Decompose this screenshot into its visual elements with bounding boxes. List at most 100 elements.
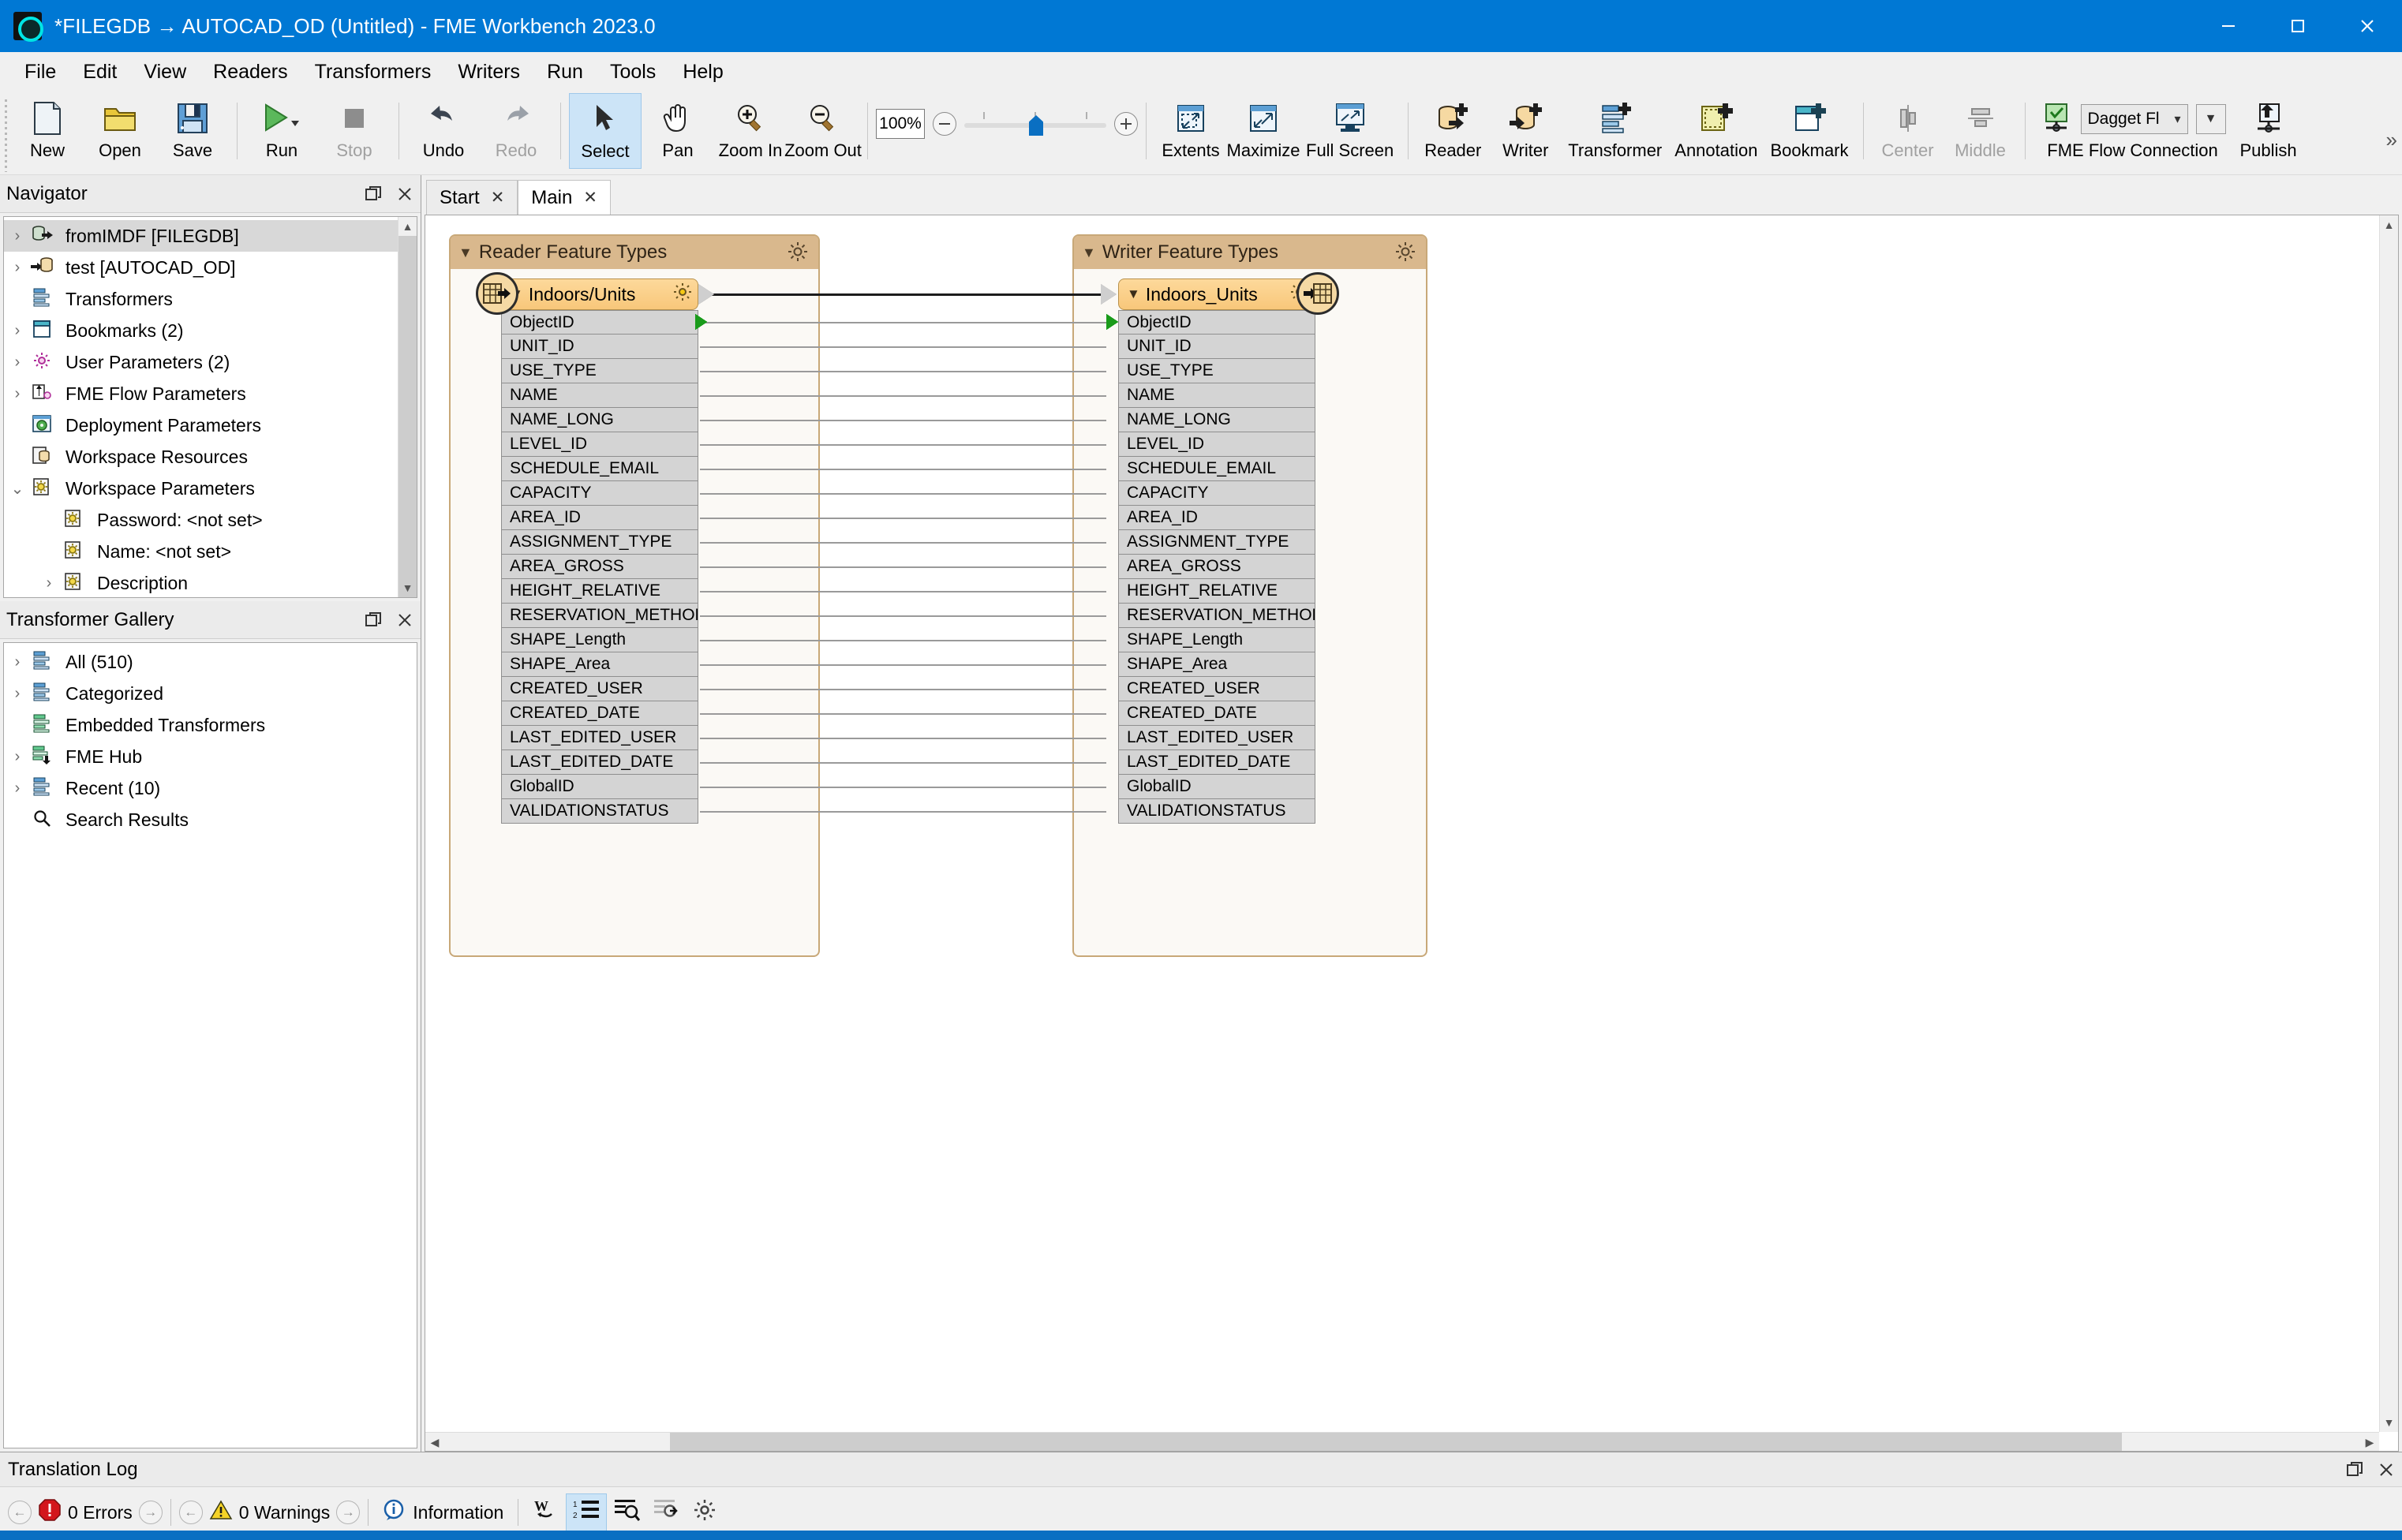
- triangle-down-icon[interactable]: ▼: [458, 245, 473, 261]
- attribute-connection-line[interactable]: [700, 713, 1106, 715]
- toolbar-overflow-icon[interactable]: »: [2386, 128, 2397, 152]
- errors-filter-button[interactable]: 0 Errors: [32, 1493, 139, 1531]
- transformer-gallery-tree[interactable]: › All (510) › Categorized Embedded Transform…: [3, 642, 417, 1448]
- attribute-row[interactable]: NAME: [501, 314, 707, 408]
- navigator-tree[interactable]: › fromIMDF [FILEGDB] › test [AUTOCAD_OD] Tra…: [3, 216, 417, 598]
- new-button[interactable]: New: [11, 93, 84, 169]
- navigator-item-user-parameters-2[interactable]: › User Parameters (2): [4, 346, 417, 378]
- tab-main[interactable]: Main ✕: [518, 180, 611, 215]
- scroll-right-icon[interactable]: ▶: [2360, 1433, 2379, 1451]
- arrow-right-circle-icon[interactable]: →: [336, 1501, 361, 1524]
- redo-button[interactable]: Redo: [480, 93, 552, 169]
- navigator-item-fme-flow-parameters[interactable]: › FME Flow Parameters: [4, 378, 417, 409]
- attribute-row[interactable]: RESERVATION_METHOD: [1106, 314, 1315, 628]
- attribute-row[interactable]: UNIT_ID: [501, 314, 707, 359]
- gallery-item-search-results[interactable]: Search Results: [4, 804, 417, 835]
- attribute-row[interactable]: ObjectID: [501, 310, 707, 335]
- gallery-item-fme-hub[interactable]: › FME Hub: [4, 741, 417, 772]
- select-tool-button[interactable]: Select: [569, 93, 642, 169]
- gear-yellow-icon[interactable]: [672, 282, 693, 307]
- attribute-row[interactable]: LAST_EDITED_USER: [501, 314, 707, 750]
- dropdown-arrow-icon[interactable]: ▼: [2195, 104, 2226, 134]
- twisty-icon[interactable]: ›: [4, 385, 31, 403]
- attribute-row[interactable]: NAME: [1106, 314, 1315, 408]
- navigator-item-workspace-resources[interactable]: Workspace Resources: [4, 441, 417, 473]
- attribute-row[interactable]: LEVEL_ID: [501, 314, 707, 457]
- attribute-row[interactable]: HEIGHT_RELATIVE: [1106, 314, 1315, 604]
- undock-icon[interactable]: [357, 604, 389, 636]
- scroll-thumb[interactable]: [398, 236, 417, 597]
- attribute-connection-line[interactable]: [700, 371, 1106, 372]
- toolbar-grip[interactable]: [0, 96, 11, 172]
- attribute-row[interactable]: CAPACITY: [501, 314, 707, 506]
- attribute-connection-line[interactable]: [700, 591, 1106, 592]
- attribute-row[interactable]: RESERVATION_METHOD: [501, 314, 707, 628]
- attribute-row[interactable]: ASSIGNMENT_TYPE: [501, 314, 707, 555]
- gear-icon[interactable]: [787, 241, 810, 264]
- undock-icon[interactable]: [357, 178, 389, 210]
- menu-item-help[interactable]: Help: [669, 58, 736, 87]
- attribute-connection-line[interactable]: [700, 615, 1106, 617]
- attribute-row[interactable]: USE_TYPE: [1106, 314, 1315, 383]
- stop-button[interactable]: Stop: [318, 93, 391, 169]
- attribute-row[interactable]: GlobalID: [1106, 314, 1315, 799]
- attribute-row[interactable]: CREATED_DATE: [1106, 314, 1315, 726]
- maximize-icon[interactable]: [2263, 0, 2333, 52]
- publish-button[interactable]: Publish: [2232, 93, 2305, 169]
- navigator-item-bookmarks-2[interactable]: › Bookmarks (2): [4, 315, 417, 346]
- zoom-slider[interactable]: [964, 112, 1106, 136]
- undock-icon[interactable]: [2339, 1454, 2370, 1486]
- attribute-row[interactable]: SHAPE_Area: [1106, 314, 1315, 677]
- attribute-connection-line[interactable]: [700, 518, 1106, 519]
- navigator-item-transformers[interactable]: Transformers: [4, 283, 417, 315]
- menu-item-writers[interactable]: Writers: [444, 58, 533, 87]
- maximize-button[interactable]: Maximize: [1227, 93, 1300, 169]
- attribute-connection-line[interactable]: [700, 738, 1106, 739]
- feature-type-connection-line[interactable]: [711, 293, 1106, 296]
- attribute-row[interactable]: AREA_GROSS: [1106, 314, 1315, 579]
- attribute-row[interactable]: AREA_GROSS: [501, 314, 707, 579]
- attribute-connection-line[interactable]: [700, 322, 1106, 323]
- canvas-vertical-scrollbar[interactable]: ▲ ▼: [2379, 215, 2398, 1432]
- attribute-connection-line[interactable]: [700, 811, 1106, 813]
- full-screen-button[interactable]: Full Screen: [1300, 93, 1400, 169]
- attribute-connection-line[interactable]: [700, 689, 1106, 690]
- attribute-connection-line[interactable]: [700, 542, 1106, 544]
- undo-button[interactable]: Undo: [407, 93, 480, 169]
- navigator-scrollbar[interactable]: ▲ ▼: [398, 217, 417, 597]
- gallery-item-embedded-transformers[interactable]: Embedded Transformers: [4, 709, 417, 741]
- open-button[interactable]: Open: [84, 93, 156, 169]
- scroll-thumb[interactable]: [670, 1433, 2122, 1451]
- information-filter-button[interactable]: Information: [376, 1493, 510, 1531]
- arrow-left-circle-icon[interactable]: ←: [178, 1501, 203, 1524]
- canvas-horizontal-scrollbar[interactable]: ◀ ▶: [425, 1432, 2379, 1451]
- attribute-row[interactable]: LEVEL_ID: [1106, 314, 1315, 457]
- attribute-row[interactable]: USE_TYPE: [501, 314, 707, 383]
- writer-table-in-icon[interactable]: [1296, 272, 1339, 315]
- menu-item-run[interactable]: Run: [533, 58, 597, 87]
- attribute-row[interactable]: SHAPE_Length: [1106, 314, 1315, 652]
- add-reader-button[interactable]: Reader: [1416, 93, 1489, 169]
- extents-button[interactable]: Extents: [1154, 93, 1227, 169]
- log-settings-button[interactable]: [686, 1493, 724, 1531]
- attribute-row[interactable]: SCHEDULE_EMAIL: [501, 314, 707, 481]
- menu-item-transformers[interactable]: Transformers: [301, 58, 445, 87]
- close-icon[interactable]: ✕: [583, 188, 597, 207]
- attribute-row[interactable]: LAST_EDITED_USER: [1106, 314, 1315, 750]
- navigator-item-password-not-set[interactable]: Password: <not set>: [4, 504, 417, 536]
- scroll-up-icon[interactable]: ▲: [398, 217, 417, 236]
- scroll-down-icon[interactable]: ▼: [398, 578, 417, 597]
- attribute-row[interactable]: SCHEDULE_EMAIL: [1106, 314, 1315, 481]
- attribute-connection-line[interactable]: [700, 469, 1106, 470]
- minimize-icon[interactable]: [2194, 0, 2263, 52]
- feature-type-writer-header[interactable]: ▼ Indoors_Units: [1118, 278, 1315, 310]
- triangle-down-icon[interactable]: ▼: [1127, 286, 1140, 302]
- run-button[interactable]: Run: [245, 93, 318, 169]
- attribute-connection-line[interactable]: [700, 395, 1106, 397]
- workspace-canvas[interactable]: ▼ Reader Feature Types ▼ Writer Feature …: [425, 215, 2399, 1452]
- attribute-row[interactable]: CAPACITY: [1106, 314, 1315, 506]
- twisty-icon[interactable]: ›: [4, 259, 31, 277]
- add-bookmark-button[interactable]: Bookmark: [1764, 93, 1854, 169]
- attribute-connection-line[interactable]: [700, 420, 1106, 421]
- twisty-icon[interactable]: ›: [4, 653, 31, 671]
